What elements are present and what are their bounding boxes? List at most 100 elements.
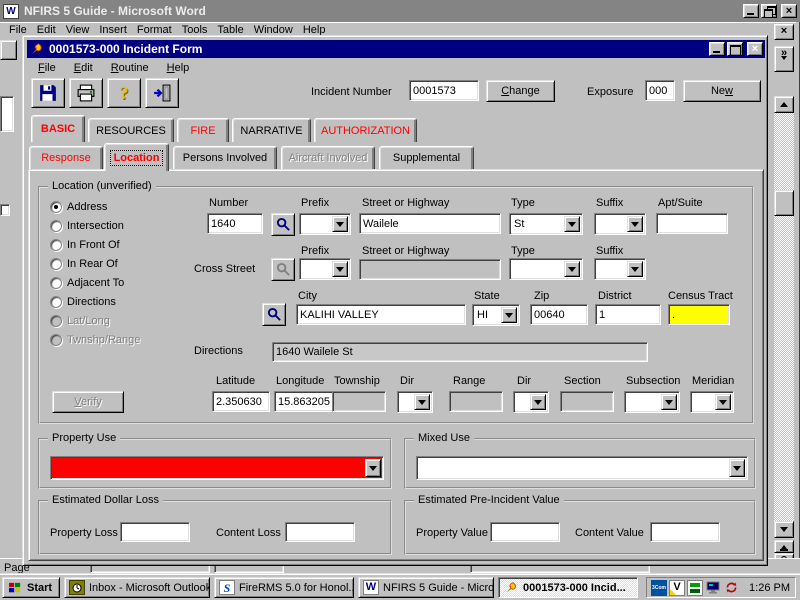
scrollbar-track[interactable] (774, 113, 794, 521)
state-select[interactable]: HI (472, 304, 520, 326)
tray-antivirus-icon[interactable]: V (669, 580, 685, 596)
district-field[interactable] (595, 304, 661, 325)
radio-adjacent-to-label[interactable]: Adjacent To (67, 277, 124, 289)
tray-green-app-icon[interactable] (687, 580, 703, 596)
tab-authorization[interactable]: AUTHORIZATION (314, 118, 417, 142)
dropdown-arrow-icon[interactable] (661, 394, 677, 410)
cs-suffix-select[interactable] (594, 258, 646, 280)
radio-in-front-of[interactable] (50, 239, 62, 251)
new-button[interactable]: New (683, 80, 761, 102)
dropdown-arrow-icon[interactable] (501, 307, 517, 323)
tab-resources[interactable]: RESOURCES (88, 118, 174, 142)
task-button-outlook[interactable]: Inbox - Microsoft Outlook (64, 577, 210, 598)
tab-supplemental[interactable]: Supplemental (379, 146, 474, 169)
form-minimize-button[interactable] (709, 42, 725, 56)
suffix-select[interactable] (594, 213, 646, 235)
save-button[interactable] (31, 78, 65, 108)
dropdown-arrow-icon[interactable] (729, 459, 745, 477)
property-use-select[interactable] (50, 456, 384, 480)
scroll-up-button[interactable] (774, 96, 794, 113)
content-loss-field[interactable] (285, 522, 355, 542)
longitude-field[interactable] (274, 391, 336, 412)
dropdown-arrow-icon[interactable] (332, 261, 348, 277)
change-button[interactable]: Change (486, 80, 555, 102)
radio-in-rear-of-label[interactable]: In Rear Of (67, 258, 118, 270)
radio-address[interactable] (50, 201, 62, 213)
dropdown-arrow-icon[interactable] (564, 216, 580, 232)
task-button-incident-form[interactable]: 0001573-000 Incid... (498, 577, 638, 598)
dropdown-arrow-icon[interactable] (365, 459, 381, 477)
word-doc-close-button[interactable]: × (774, 24, 794, 40)
form-maximize-button[interactable] (727, 42, 743, 56)
start-button[interactable]: Start (2, 577, 60, 598)
content-value-field[interactable] (650, 522, 720, 542)
radio-directions[interactable] (50, 296, 62, 308)
tab-narrative[interactable]: NARRATIVE (232, 118, 311, 142)
scrollbar-thumb[interactable] (774, 190, 794, 216)
directions-field[interactable] (272, 342, 648, 362)
census-tract-field[interactable] (668, 304, 730, 325)
meridian-select[interactable] (690, 391, 734, 413)
tab-basic[interactable]: BASIC (31, 115, 85, 142)
property-value-field[interactable] (490, 522, 560, 542)
dropdown-arrow-icon[interactable] (627, 216, 643, 232)
form-menu-file[interactable]: File (33, 61, 61, 75)
form-menu-edit[interactable]: Edit (69, 61, 98, 75)
number-field[interactable] (207, 213, 263, 234)
exposure-field[interactable] (645, 80, 675, 101)
radio-intersection[interactable] (50, 220, 62, 232)
tab-location[interactable]: Location (104, 143, 169, 171)
prefix-select[interactable] (299, 213, 351, 235)
latitude-field[interactable] (212, 391, 270, 412)
form-menu-routine[interactable]: Routine (106, 61, 154, 75)
dropdown-arrow-icon[interactable] (530, 394, 546, 410)
tray-3com-icon[interactable]: 3Com (651, 580, 667, 596)
dropdown-arrow-icon[interactable] (715, 394, 731, 410)
task-button-firerms[interactable]: S FireRMS 5.0 for Honol... (214, 577, 354, 598)
radio-adjacent-to[interactable] (50, 277, 62, 289)
dropdown-arrow-icon[interactable] (414, 394, 430, 410)
tray-3com-label: 3Com (652, 585, 666, 591)
word-restore-button[interactable] (761, 4, 777, 18)
mixed-use-select[interactable] (416, 456, 748, 480)
radio-in-front-of-label[interactable]: In Front Of (67, 239, 120, 251)
word-minimize-button[interactable] (743, 4, 759, 18)
form-close-button[interactable]: × (747, 42, 763, 56)
apt-suite-field[interactable] (656, 213, 728, 234)
type-select[interactable]: St (509, 213, 583, 235)
incident-number-field[interactable] (409, 80, 479, 101)
dir1-select[interactable] (397, 391, 433, 413)
scroll-down-button[interactable] (774, 521, 794, 538)
form-menu-help[interactable]: Help (162, 61, 195, 75)
dropdown-arrow-icon[interactable] (332, 216, 348, 232)
tab-persons-involved[interactable]: Persons Involved (173, 146, 277, 169)
radio-intersection-label[interactable]: Intersection (67, 220, 124, 232)
tray-sync-icon[interactable] (723, 580, 739, 596)
cs-type-select[interactable] (509, 258, 583, 280)
dir2-select[interactable] (513, 391, 549, 413)
word-close-button[interactable]: × (781, 4, 797, 18)
zip-field[interactable] (530, 304, 588, 325)
tab-response[interactable]: Response (29, 146, 103, 169)
dropdown-arrow-icon[interactable] (627, 261, 643, 277)
radio-in-rear-of[interactable] (50, 258, 62, 270)
address-lookup-button[interactable] (271, 213, 295, 236)
dropdown-arrow-icon[interactable] (564, 261, 580, 277)
task-button-word[interactable]: W NFIRS 5 Guide - Micro... (358, 577, 494, 598)
street-field[interactable] (359, 213, 501, 234)
radio-directions-label[interactable]: Directions (67, 296, 116, 308)
property-loss-field[interactable] (120, 522, 190, 542)
tab-fire[interactable]: FIRE (177, 118, 229, 142)
print-button[interactable] (69, 78, 103, 108)
cs-prefix-select[interactable] (299, 258, 351, 280)
property-loss-label: Property Loss (50, 527, 118, 539)
tray-display-icon[interactable] (705, 580, 721, 596)
help-button[interactable]: ? (107, 78, 141, 108)
exit-button[interactable] (145, 78, 179, 108)
city-lookup-button[interactable] (262, 303, 286, 326)
browse-previous-button[interactable] (774, 540, 794, 553)
subsection-select[interactable] (624, 391, 680, 413)
radio-address-label[interactable]: Address (67, 201, 107, 213)
city-field[interactable] (296, 304, 466, 325)
word-toolbar-overflow-button[interactable]: » (774, 46, 794, 72)
